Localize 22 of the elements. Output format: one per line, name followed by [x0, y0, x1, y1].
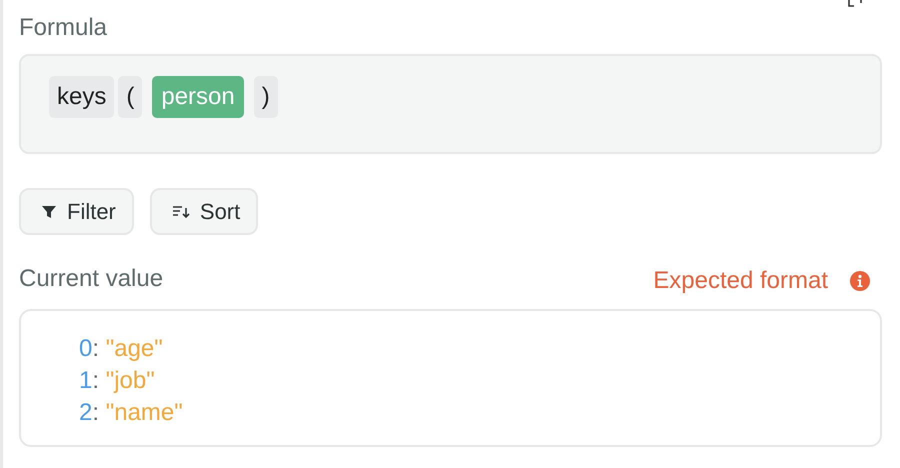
- entry-key: 1: [79, 367, 92, 394]
- filter-icon: [41, 204, 57, 220]
- function-token: keys: [49, 76, 114, 118]
- section-label: Current value: [19, 265, 164, 294]
- parenthesis-token: ): [254, 76, 278, 118]
- entry-key: 0: [79, 335, 92, 362]
- sort-icon: [172, 204, 190, 220]
- variable-chip: person: [152, 76, 244, 118]
- colon: :: [92, 335, 100, 362]
- sort-button[interactable]: Sort: [150, 188, 258, 235]
- formula-field[interactable]: keys ( person ): [19, 54, 882, 154]
- colon: :: [92, 367, 100, 394]
- colon: :: [92, 399, 100, 426]
- section-label: Formula: [19, 14, 108, 43]
- entry-value: "job": [106, 367, 155, 394]
- filter-button[interactable]: Filter: [19, 188, 134, 235]
- entry-key: 2: [79, 399, 92, 426]
- entry-value: "age": [106, 335, 163, 362]
- info-icon[interactable]: [850, 271, 870, 291]
- entry-value: "name": [106, 399, 183, 426]
- parenthesis-token: (: [118, 76, 142, 118]
- warning-text: Expected format: [653, 267, 828, 295]
